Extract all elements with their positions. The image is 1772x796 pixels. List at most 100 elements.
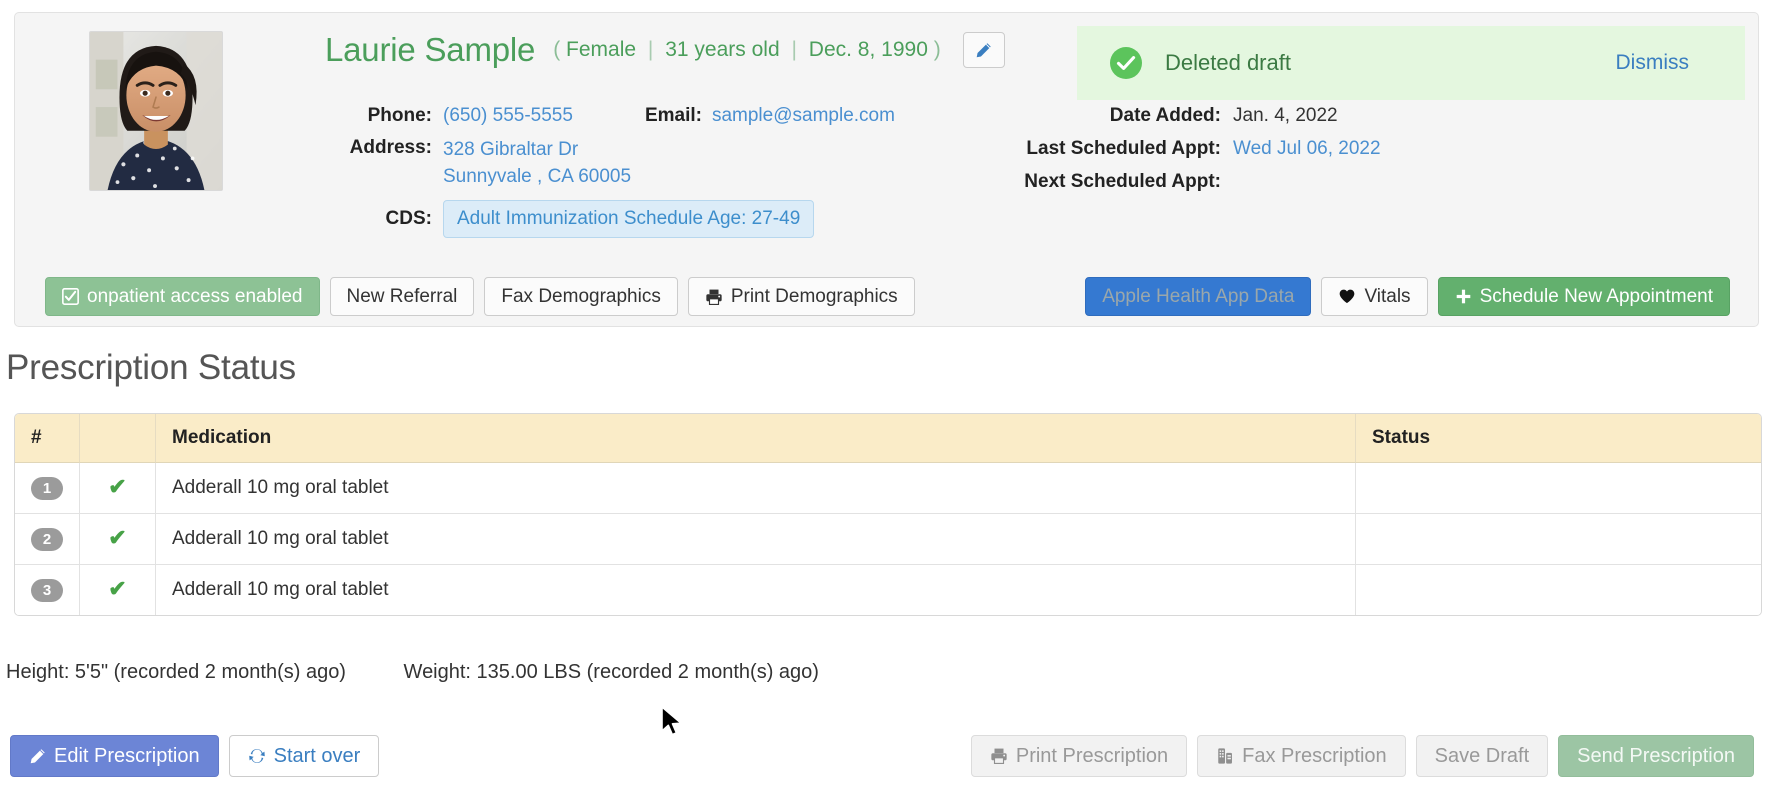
checkbox-checked-icon — [62, 288, 79, 305]
table-head: # Medication Status — [15, 414, 1761, 463]
date-added-label: Date Added: — [1109, 105, 1221, 126]
check-icon: ✔ — [108, 576, 127, 601]
print-prescription-button[interactable]: Print Prescription — [970, 735, 1188, 777]
phone-label: Phone: — [367, 105, 432, 126]
last-appt-label: Last Scheduled Appt: — [1026, 138, 1221, 159]
patient-photo-image — [90, 32, 222, 190]
row-status-cell — [1356, 463, 1761, 514]
phone-value[interactable]: (650) 555-5555 — [443, 105, 573, 127]
row-number-cell: 2 — [15, 514, 80, 565]
apple-health-app-data-button[interactable]: Apple Health App Data — [1085, 277, 1312, 316]
address-line-1[interactable]: 328 Gibraltar Dr — [443, 137, 631, 164]
email-value[interactable]: sample@sample.com — [712, 105, 895, 127]
paren-close: ) — [933, 38, 941, 61]
pencil-icon — [30, 748, 45, 763]
row-number-cell: 1 — [15, 463, 80, 514]
print-prescription-label: Print Prescription — [1015, 744, 1169, 767]
start-over-label: Start over — [273, 744, 361, 767]
edit-prescription-button[interactable]: Edit Prescription — [10, 735, 219, 777]
row-medication-cell: Adderall 10 mg oral tablet — [156, 514, 1356, 565]
heart-icon — [1340, 289, 1355, 304]
fax-demographics-label: Fax Demographics — [501, 285, 661, 307]
table-body: 1 ✔ Adderall 10 mg oral tablet 2 ✔ Adder… — [15, 463, 1761, 615]
patient-meta: ( Female | 31 years old | Dec. 8, 1990 ) — [553, 38, 941, 62]
last-appt-row: Last Scheduled Appt: Wed Jul 06, 2022 — [975, 138, 1381, 164]
weight-text: Weight: 135.00 LBS (recorded 2 month(s) … — [403, 661, 819, 683]
new-referral-label: New Referral — [346, 285, 458, 307]
row-check-cell: ✔ — [80, 463, 156, 514]
prescription-status-title: Prescription Status — [6, 348, 296, 387]
cds-row: CDS: Adult Immunization Schedule Age: 27… — [325, 199, 895, 238]
patient-gender: Female — [566, 38, 637, 61]
column-header-check — [80, 414, 156, 463]
schedule-appointment-label: Schedule New Appointment — [1479, 285, 1713, 307]
patient-name-row: Laurie Sample ( Female | 31 years old | … — [325, 31, 1005, 69]
address-label: Address: — [349, 137, 432, 158]
row-medication-cell: Adderall 10 mg oral tablet — [156, 565, 1356, 615]
apple-health-label: Apple Health App Data — [1102, 285, 1295, 307]
column-header-medication: Medication — [156, 414, 1356, 463]
table-row[interactable]: 2 ✔ Adderall 10 mg oral tablet — [15, 514, 1761, 565]
table-row[interactable]: 1 ✔ Adderall 10 mg oral tablet — [15, 463, 1761, 514]
schedule-new-appointment-button[interactable]: Schedule New Appointment — [1437, 277, 1730, 316]
row-status-cell — [1356, 565, 1761, 615]
banner-dismiss-link[interactable]: Dismiss — [1616, 51, 1690, 75]
onpatient-access-button[interactable]: onpatient access enabled — [45, 277, 320, 316]
plus-icon — [1456, 289, 1470, 304]
table-row[interactable]: 3 ✔ Adderall 10 mg oral tablet — [15, 565, 1761, 615]
save-draft-button[interactable]: Save Draft — [1415, 735, 1549, 777]
paren-open: ( — [553, 38, 561, 61]
send-prescription-button[interactable]: Send Prescription — [1558, 735, 1754, 777]
patient-photo — [89, 31, 223, 191]
start-over-button[interactable]: Start over — [228, 735, 380, 777]
meta-sep-2: | — [791, 38, 797, 61]
check-icon: ✔ — [108, 474, 127, 499]
printer-icon — [706, 289, 722, 305]
patient-action-buttons-right: Apple Health App Data Vitals Schedule Ne… — [1085, 277, 1730, 316]
refresh-icon — [248, 749, 265, 763]
edit-patient-button[interactable] — [962, 32, 1005, 68]
fax-demographics-button[interactable]: Fax Demographics — [484, 277, 678, 316]
row-check-cell: ✔ — [80, 565, 156, 615]
fax-prescription-button[interactable]: Fax Prescription — [1197, 735, 1406, 777]
row-medication-cell: Adderall 10 mg oral tablet — [156, 463, 1356, 514]
appointment-info-block: Date Added: Jan. 4, 2022 Last Scheduled … — [975, 105, 1381, 204]
height-text: Height: 5'5" (recorded 2 month(s) ago) — [6, 661, 346, 683]
fax-icon — [1218, 748, 1233, 764]
fax-prescription-label: Fax Prescription — [1242, 744, 1387, 767]
vitals-label: Vitals — [1364, 285, 1411, 307]
address-lines: 328 Gibraltar Dr Sunnyvale , CA 60005 — [443, 137, 631, 191]
row-number-badge: 2 — [31, 527, 63, 551]
row-status-cell — [1356, 514, 1761, 565]
print-demographics-button[interactable]: Print Demographics — [687, 277, 915, 316]
row-number-badge: 1 — [31, 476, 63, 500]
deleted-draft-banner: Deleted draft Dismiss — [1077, 26, 1745, 100]
patient-dob: Dec. 8, 1990 — [808, 38, 928, 61]
check-circle-icon — [1110, 47, 1142, 79]
vitals-summary: Height: 5'5" (recorded 2 month(s) ago) W… — [6, 661, 819, 684]
banner-message: Deleted draft — [1165, 50, 1291, 75]
row-check-cell: ✔ — [80, 514, 156, 565]
patient-prescription-page: Laurie Sample ( Female | 31 years old | … — [0, 0, 1772, 796]
last-appt-value[interactable]: Wed Jul 06, 2022 — [1233, 138, 1381, 160]
address-row: Address: 328 Gibraltar Dr Sunnyvale , CA… — [325, 137, 895, 191]
phone-row: Phone: (650) 555-5555 Email: sample@samp… — [325, 105, 895, 131]
column-header-status: Status — [1356, 414, 1761, 463]
column-header-number: # — [15, 414, 80, 463]
patient-age: 31 years old — [665, 38, 780, 61]
table-header-row: # Medication Status — [15, 414, 1761, 463]
demographics-block: Phone: (650) 555-5555 Email: sample@samp… — [325, 105, 895, 238]
next-appt-label: Next Scheduled Appt: — [1024, 171, 1221, 192]
email-label: Email: — [644, 105, 702, 126]
address-line-2[interactable]: Sunnyvale , CA 60005 — [443, 164, 631, 191]
pencil-icon — [976, 42, 991, 57]
bottom-right-buttons: Print Prescription Fax Prescription Save… — [970, 735, 1754, 777]
date-added-row: Date Added: Jan. 4, 2022 — [975, 105, 1381, 131]
new-referral-button[interactable]: New Referral — [329, 277, 475, 316]
meta-sep-1: | — [647, 38, 654, 61]
check-icon: ✔ — [108, 525, 127, 550]
date-added-value: Jan. 4, 2022 — [1233, 105, 1338, 126]
vitals-button[interactable]: Vitals — [1321, 277, 1428, 316]
cds-badge[interactable]: Adult Immunization Schedule Age: 27-49 — [443, 199, 815, 238]
row-number-cell: 3 — [15, 565, 80, 615]
